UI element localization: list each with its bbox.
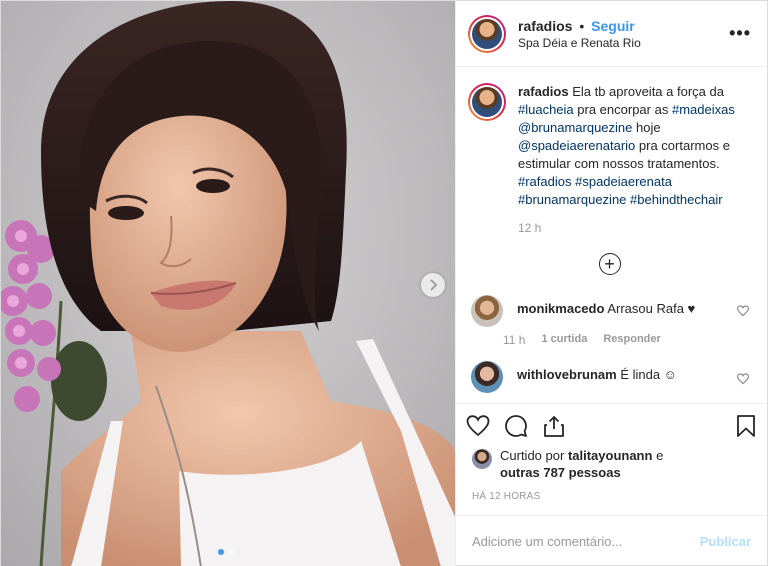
other-likers-link[interactable]: outras 787 pessoas — [500, 465, 621, 480]
load-more-comments: + — [468, 253, 751, 275]
caption-segment: pra encorpar as — [577, 102, 669, 117]
publish-button[interactable]: Publicar — [700, 534, 751, 549]
add-comment-form: Publicar — [456, 515, 767, 566]
liker-avatar[interactable] — [472, 449, 492, 469]
like-button[interactable] — [466, 414, 490, 438]
bookmark-icon — [737, 414, 755, 437]
author-avatar[interactable] — [468, 14, 506, 53]
comment-button[interactable] — [504, 414, 528, 438]
comments-section: rafadios Ela tb aproveita a força da #lu… — [456, 67, 767, 403]
comment-likes[interactable]: 1 curtida — [541, 333, 587, 347]
carousel-dot-2 — [228, 549, 234, 555]
location-link[interactable]: Spa Déia e Renata Rio — [518, 36, 729, 50]
share-icon — [544, 415, 564, 437]
mention-link[interactable]: @brunamarquezine — [518, 120, 632, 135]
instagram-post: rafadios • Seguir Spa Déia e Renata Rio … — [0, 0, 768, 566]
reply-button[interactable]: Responder — [603, 333, 660, 347]
plus-circle-icon[interactable]: + — [598, 253, 621, 275]
hashtag-link[interactable]: #luacheia — [518, 102, 574, 117]
comment-input[interactable] — [472, 534, 700, 549]
hashtag-link[interactable]: #spadeiaerenata — [575, 174, 672, 189]
comment-time: 11 h — [503, 333, 526, 347]
likes-conjunction: e — [656, 448, 664, 463]
caption-segment: hoje — [636, 120, 661, 135]
heart-icon[interactable] — [737, 305, 749, 317]
comment-text: Arrasou Rafa ♥ — [607, 301, 696, 316]
caption-text: rafadios Ela tb aproveita a força da #lu… — [518, 83, 751, 209]
post-side-panel: rafadios • Seguir Spa Déia e Renata Rio … — [455, 1, 767, 566]
author-info: rafadios • Seguir Spa Déia e Renata Rio — [518, 18, 729, 50]
action-bar — [456, 403, 767, 447]
commenter-avatar[interactable] — [471, 361, 503, 393]
post-timestamp: HÁ 12 HORAS — [472, 491, 541, 502]
caption-segment: Ela tb aproveita a força da — [572, 84, 724, 99]
share-button[interactable] — [542, 414, 566, 438]
caption-time: 12 h — [518, 221, 542, 235]
commenter-username[interactable]: monikmacedo — [517, 301, 604, 316]
caption-avatar[interactable] — [468, 83, 506, 121]
comment-text: É linda ☺ — [620, 367, 677, 382]
post-photo[interactable] — [1, 1, 455, 566]
likes-summary: Curtido por talitayounann e outras 787 p… — [456, 447, 767, 481]
liker-username[interactable]: talitayounann — [568, 448, 653, 463]
carousel-indicator — [218, 549, 234, 555]
commenter-username[interactable]: withlovebrunam — [517, 367, 617, 382]
save-button[interactable] — [735, 414, 757, 438]
comment-item: withlovebrunam É linda ☺ — [468, 361, 751, 393]
carousel-next-button[interactable] — [421, 273, 445, 297]
separator-dot: • — [579, 17, 585, 34]
commenter-avatar[interactable] — [471, 295, 503, 327]
caption: rafadios Ela tb aproveita a força da #lu… — [468, 83, 751, 209]
mention-link[interactable]: @spadeiaerenatario — [518, 138, 635, 153]
chevron-right-icon — [430, 279, 438, 291]
comment-item: monikmacedo Arrasou Rafa ♥ 11 h 1 curtid… — [468, 295, 751, 347]
comment-meta: 11 h 1 curtida Responder — [503, 333, 695, 347]
more-options-icon[interactable]: ••• — [729, 23, 751, 44]
carousel-dot-1 — [218, 549, 224, 555]
hashtag-link[interactable]: #madeixas — [672, 102, 735, 117]
hashtag-link[interactable]: #rafadios — [518, 174, 571, 189]
comment-icon — [505, 414, 527, 437]
heart-icon[interactable] — [737, 373, 749, 385]
author-username[interactable]: rafadios — [518, 18, 572, 34]
liked-by-label: Curtido por — [500, 448, 565, 463]
caption-username[interactable]: rafadios — [518, 84, 569, 99]
selfie-photo — [1, 1, 455, 566]
heart-icon — [466, 414, 490, 436]
post-header: rafadios • Seguir Spa Déia e Renata Rio … — [456, 1, 767, 67]
hashtag-link[interactable]: #brunamarquezine — [518, 192, 626, 207]
follow-button[interactable]: Seguir — [591, 18, 635, 34]
hashtag-link[interactable]: #behindthechair — [630, 192, 723, 207]
